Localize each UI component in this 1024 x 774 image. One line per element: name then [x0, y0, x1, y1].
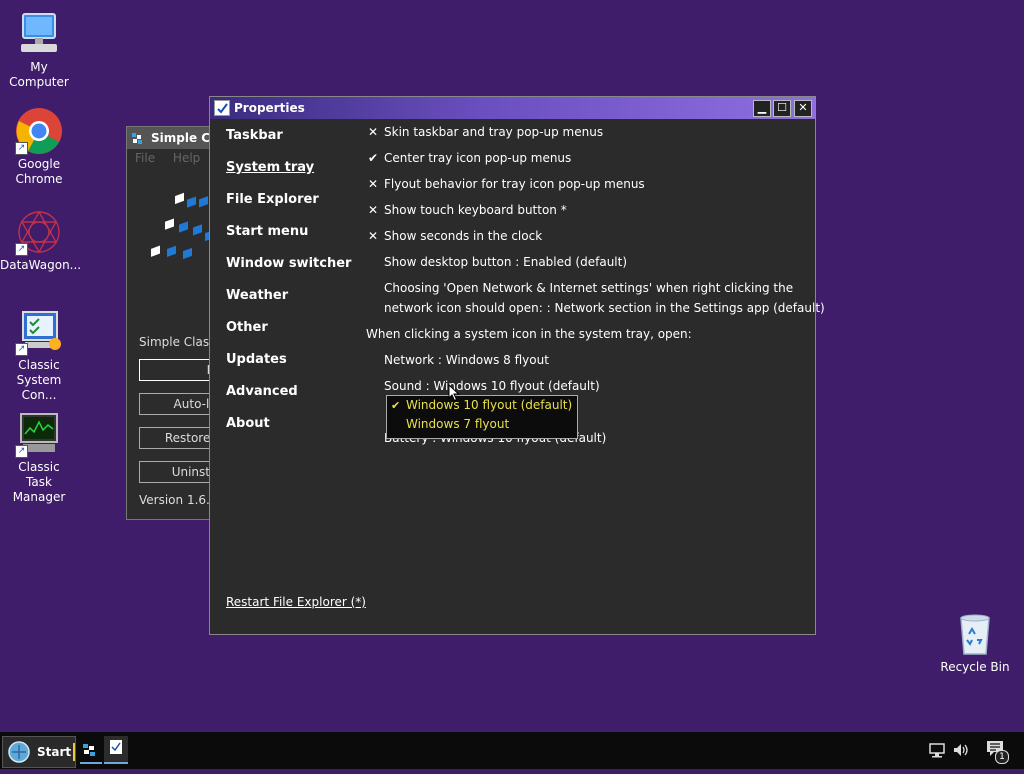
option-label: Show touch keyboard button * — [384, 203, 567, 217]
option-clock-seconds[interactable]: ✕ Show seconds in the clock — [368, 226, 543, 246]
desktop-icon-label: Classic System Con... — [16, 358, 62, 402]
desktop-icon-my-computer[interactable]: My Computer — [0, 10, 78, 90]
task-manager-icon: ↗ — [15, 410, 63, 458]
nav-system-tray[interactable]: System tray — [226, 160, 314, 175]
taskbar-button-properties[interactable] — [104, 736, 128, 764]
maximize-icon: ☐ — [777, 101, 787, 114]
computer-icon — [15, 10, 63, 58]
restart-explorer-link[interactable]: Restart File Explorer (*) — [226, 592, 366, 612]
dropdown-item-windows-10[interactable]: ✔ Windows 10 flyout (default) — [387, 396, 577, 416]
option-sound-flyout[interactable]: Sound : Windows 10 flyout (default) — [384, 376, 600, 396]
properties-window[interactable]: Properties ▁ ☐ ✕ Taskbar System tray Fil… — [209, 96, 825, 635]
desktop-icon-label: DataWagon... — [0, 258, 82, 272]
control-panel-icon: ↗ — [15, 308, 63, 356]
tray-volume-icon[interactable] — [952, 741, 970, 759]
recycle-bin-icon — [951, 610, 999, 658]
option-network-flyout[interactable]: Network : Windows 8 flyout — [384, 350, 549, 370]
option-flyout-behavior[interactable]: ✕ Flyout behavior for tray icon pop-up m… — [368, 174, 645, 194]
properties-app-icon — [214, 100, 230, 116]
option-skin-tray-menus[interactable]: ✕ Skin taskbar and tray pop-up menus — [368, 122, 604, 142]
simple-classic-app-icon — [131, 131, 145, 145]
option-network-settings[interactable]: Choosing 'Open Network & Internet settin… — [384, 278, 825, 318]
shortcut-arrow-icon: ↗ — [15, 343, 28, 356]
cross-icon: ✕ — [367, 125, 379, 139]
desktop-icon-label: Recycle Bin — [940, 660, 1010, 674]
option-label: Choosing 'Open Network & Internet settin… — [384, 281, 794, 295]
option-label: Flyout behavior for tray icon pop-up men… — [384, 177, 645, 191]
cross-icon: ✕ — [367, 203, 379, 217]
desktop-icon-google-chrome[interactable]: ↗ Google Chrome — [0, 107, 78, 187]
checkmark-icon: ✔ — [367, 151, 379, 165]
nav-start-menu[interactable]: Start menu — [226, 224, 308, 239]
taskbar: Start 1 — [0, 731, 1024, 769]
close-button[interactable]: ✕ — [794, 100, 812, 117]
nav-taskbar[interactable]: Taskbar — [226, 128, 283, 143]
minimize-button[interactable]: ▁ — [753, 100, 771, 117]
nav-file-explorer[interactable]: File Explorer — [226, 192, 319, 207]
notification-count-badge: 1 — [995, 750, 1009, 764]
desktop-icon-datawagon[interactable]: ↗ DataWagon... — [0, 208, 82, 273]
option-label: Skin taskbar and tray pop-up menus — [384, 125, 604, 139]
chrome-icon: ↗ — [15, 107, 63, 155]
desktop-icon-classic-task-manager[interactable]: ↗ Classic Task Manager — [0, 410, 78, 505]
option-center-tray-menus[interactable]: ✔ Center tray icon pop-up menus — [368, 148, 572, 168]
desktop-icon-label: Google Chrome — [15, 157, 63, 186]
desktop-icon-recycle-bin[interactable]: Recycle Bin — [936, 610, 1014, 675]
mouse-cursor-icon — [448, 383, 460, 402]
nav-other[interactable]: Other — [226, 320, 268, 335]
option-label: Show seconds in the clock — [384, 229, 543, 243]
option-label: network icon should open: : Network sect… — [384, 301, 825, 315]
menu-help[interactable]: Help — [173, 151, 200, 165]
option-label: Center tray icon pop-up menus — [384, 151, 572, 165]
nav-window-switcher[interactable]: Window switcher — [226, 256, 351, 271]
menu-file[interactable]: File — [135, 151, 155, 165]
properties-titlebar[interactable]: Properties ▁ ☐ ✕ — [210, 97, 815, 119]
sound-flyout-dropdown[interactable]: ✔ Windows 10 flyout (default) Windows 7 … — [386, 395, 578, 439]
close-icon: ✕ — [798, 101, 808, 114]
start-orb-icon — [7, 741, 31, 763]
start-divider — [73, 743, 75, 761]
option-show-desktop-button[interactable]: Show desktop button : Enabled (default) — [384, 252, 627, 272]
notification-center-button[interactable]: 1 — [985, 738, 1009, 764]
taskbar-button-simple-classic[interactable] — [80, 736, 102, 764]
dropdown-item-windows-7[interactable]: Windows 7 flyout — [387, 415, 577, 435]
desktop-icon-classic-system-control[interactable]: ↗ Classic System Con... — [0, 308, 78, 403]
dropdown-item-label: Windows 10 flyout (default) — [406, 398, 573, 412]
minimize-icon: ▁ — [757, 101, 767, 114]
nav-updates[interactable]: Updates — [226, 352, 287, 367]
checkmark-icon: ✔ — [391, 399, 401, 412]
dropdown-item-label: Windows 7 flyout — [406, 417, 510, 431]
section-label: When clicking a system icon in the syste… — [366, 327, 692, 341]
cross-icon: ✕ — [367, 229, 379, 243]
desktop-icon-label: My Computer — [9, 60, 69, 89]
datawagon-icon: ↗ — [15, 208, 63, 256]
nav-weather[interactable]: Weather — [226, 288, 288, 303]
properties-title: Properties — [234, 101, 305, 115]
cross-icon: ✕ — [367, 177, 379, 191]
option-touch-keyboard[interactable]: ✕ Show touch keyboard button * — [368, 200, 567, 220]
maximize-button[interactable]: ☐ — [773, 100, 791, 117]
option-label: Show desktop button : Enabled (default) — [384, 255, 628, 269]
shortcut-arrow-icon: ↗ — [15, 445, 28, 458]
desktop-icon-label: Classic Task Manager — [12, 460, 66, 504]
nav-advanced[interactable]: Advanced — [226, 384, 298, 399]
nav-about[interactable]: About — [226, 416, 270, 431]
tray-network-icon[interactable] — [928, 741, 946, 759]
start-label: Start — [37, 745, 72, 759]
start-button[interactable]: Start — [2, 736, 76, 768]
shortcut-arrow-icon: ↗ — [15, 243, 28, 256]
shortcut-arrow-icon: ↗ — [15, 142, 28, 155]
